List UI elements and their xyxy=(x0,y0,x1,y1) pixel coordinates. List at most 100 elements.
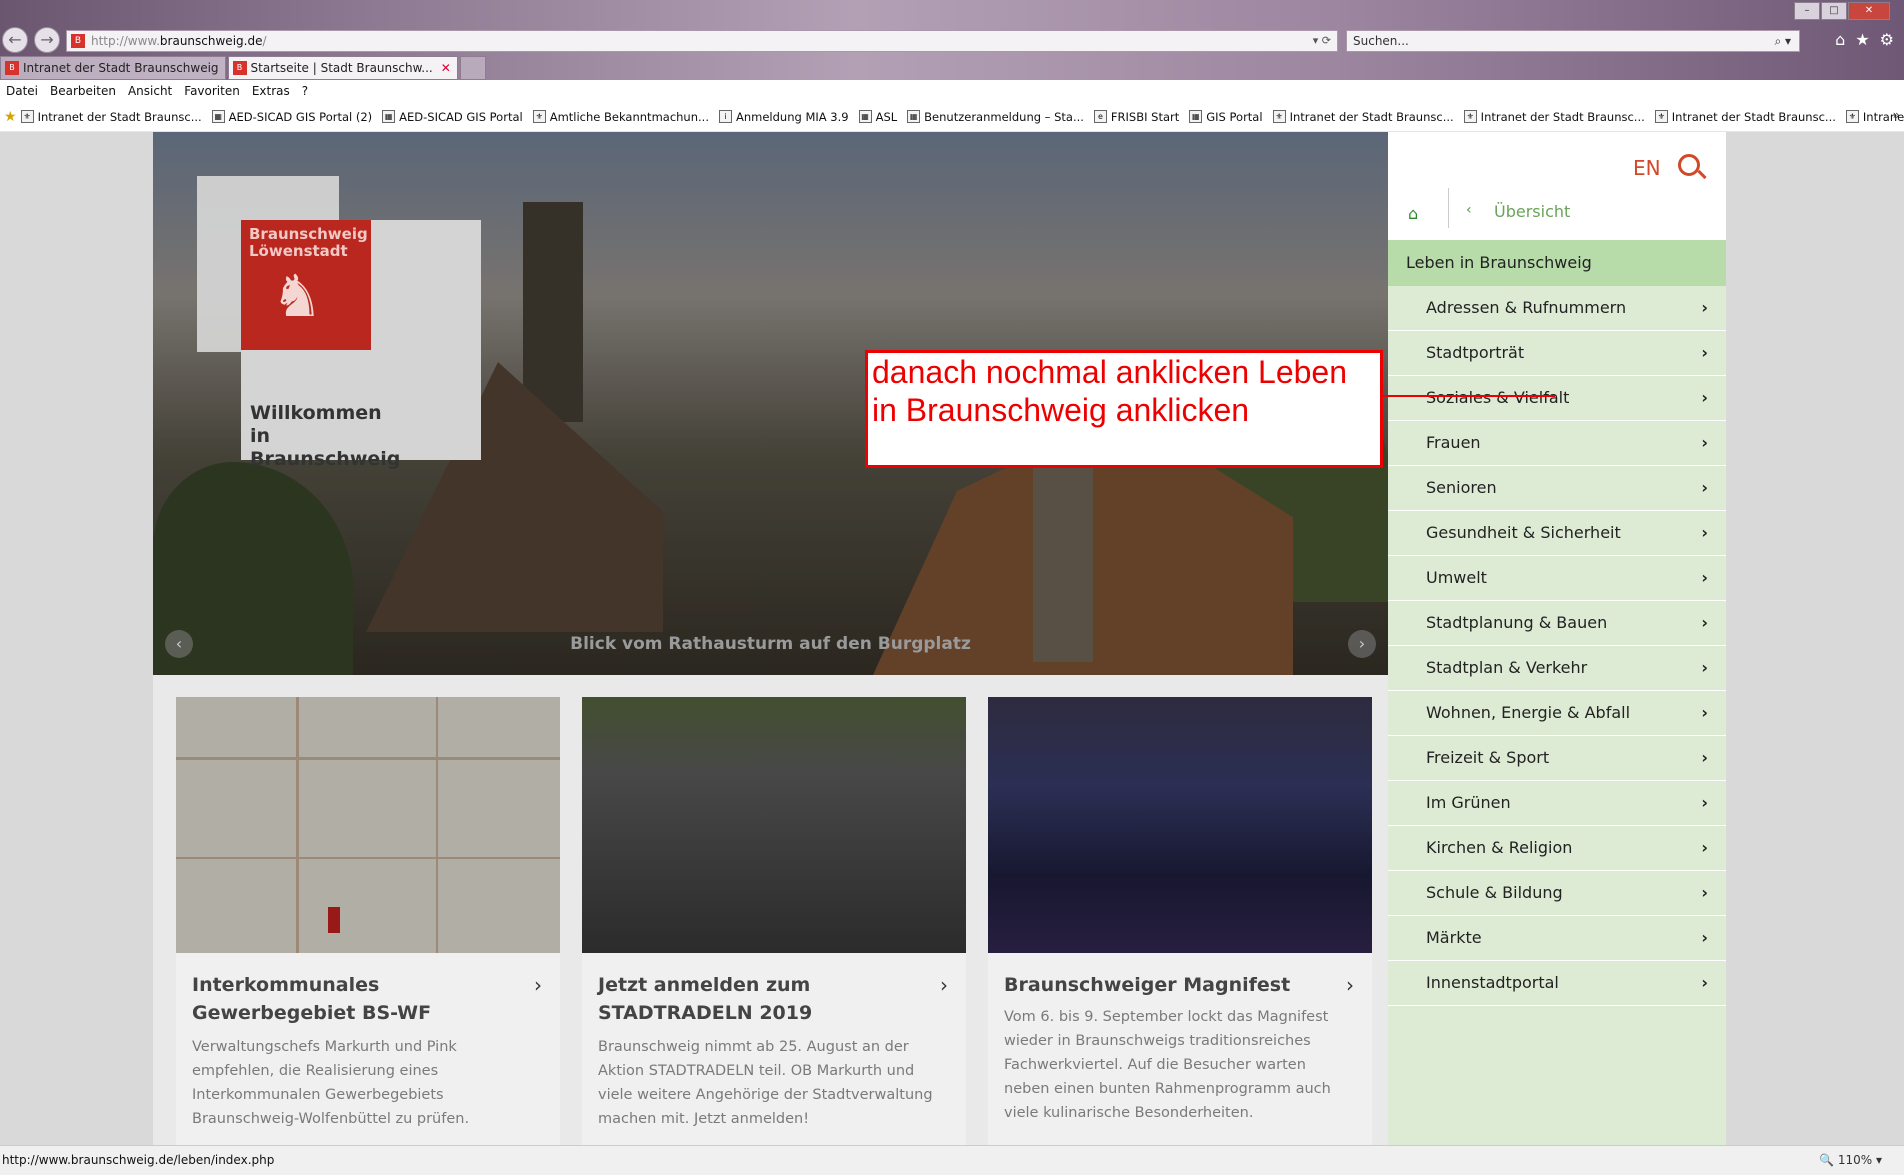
menu-datei[interactable]: Datei xyxy=(2,80,44,102)
favorite-item[interactable]: ▦ Benutzeranmeldung – Sta... xyxy=(907,110,1084,124)
chevron-left-icon[interactable]: ‹ xyxy=(1466,202,1472,218)
nav-item-label: Umwelt xyxy=(1426,568,1487,587)
back-button[interactable]: ← xyxy=(2,27,28,53)
search-icon[interactable]: ⌕ ▾ xyxy=(1774,31,1791,51)
teaser-card[interactable]: Interkommunales Gewerbegebiet BS-WF › Ve… xyxy=(176,697,560,1145)
nav-item[interactable]: Kirchen & Religion › xyxy=(1388,826,1726,871)
favorite-item[interactable]: ▦ AED-SICAD GIS Portal xyxy=(382,110,523,124)
favorite-item[interactable]: ▦ AED-SICAD GIS Portal (2) xyxy=(211,109,373,124)
nav-item[interactable]: Stadtporträt › xyxy=(1388,331,1726,376)
favorite-icon: ▦ xyxy=(1189,110,1203,123)
maximize-button[interactable]: □ xyxy=(1821,2,1847,20)
nav-item[interactable]: Innenstadtportal › xyxy=(1388,961,1726,1006)
settings-gear-icon[interactable]: ⚙ xyxy=(1880,30,1894,49)
favorite-item[interactable]: i Anmeldung MIA 3.9 xyxy=(718,110,849,124)
nav-item-leben-in-braunschweig[interactable]: Leben in Braunschweig xyxy=(1388,240,1726,286)
favorite-item[interactable]: ⚜Intranet der Stadt Braunsc... xyxy=(20,110,202,124)
favorite-item[interactable]: ▦ ASL xyxy=(858,110,897,124)
nav-item[interactable]: Gesundheit & Sicherheit › xyxy=(1388,511,1726,556)
nav-item[interactable]: Senioren › xyxy=(1388,466,1726,511)
favorite-item[interactable]: ⚜Intranet der Stadt Braunsc... xyxy=(1463,110,1645,124)
chevron-right-icon[interactable]: › xyxy=(534,973,542,997)
new-tab-button[interactable] xyxy=(459,56,486,80)
nav-item[interactable]: Im Grünen › xyxy=(1388,781,1726,826)
refresh-icon[interactable]: ▾ ⟳ xyxy=(1313,31,1331,51)
minimize-button[interactable]: – xyxy=(1794,2,1820,20)
city-logo[interactable]: Braunschweig Löwenstadt ♞ xyxy=(241,220,371,350)
chevron-right-icon: › xyxy=(1701,478,1708,497)
chevron-right-icon: › xyxy=(1701,928,1708,947)
chevron-right-icon: › xyxy=(1701,298,1708,317)
nav-item[interactable]: Stadtplan & Verkehr › xyxy=(1388,646,1726,691)
favorite-icon: ⚜ xyxy=(1272,110,1286,123)
tab-startseite[interactable]: B Startseite | Stadt Braunschw... ✕ xyxy=(227,56,458,80)
overview-link[interactable]: Übersicht xyxy=(1494,202,1570,221)
address-bar[interactable]: B http://www.braunschweig.de/ ▾ ⟳ xyxy=(66,30,1338,52)
chevron-right-icon: › xyxy=(1701,343,1708,362)
search-icon[interactable] xyxy=(1678,154,1700,176)
menu-ansicht[interactable]: Ansicht xyxy=(124,80,178,102)
menu-help[interactable]: ? xyxy=(298,80,314,102)
annotation-callout: danach nochmal anklicken Leben in Brauns… xyxy=(865,350,1383,468)
nav-item[interactable]: Adressen & Rufnummern › xyxy=(1388,286,1726,331)
close-tab-icon[interactable]: ✕ xyxy=(441,57,451,79)
nav-header: EN ⌂ ‹ Übersicht xyxy=(1388,132,1726,240)
browser-search-input[interactable]: Suchen... ⌕ ▾ xyxy=(1346,30,1800,52)
nav-item-label: Schule & Bildung xyxy=(1426,883,1563,902)
chevron-right-icon[interactable]: › xyxy=(1346,973,1354,997)
nav-item[interactable]: Schule & Bildung › xyxy=(1388,871,1726,916)
favorite-label: Benutzeranmeldung – Sta... xyxy=(924,109,1084,124)
favorite-label: AED-SICAD GIS Portal (2) xyxy=(228,109,373,124)
favorite-item[interactable]: ⚜Intranet der Stadt Braunsc... xyxy=(1654,110,1836,124)
favorite-item[interactable]: ⚜ Amtliche Bekanntmachun... xyxy=(532,110,709,124)
teaser-text: Braunschweig nimmt ab 25. August an der … xyxy=(598,1039,933,1127)
favorites-more-chevron-icon[interactable]: » xyxy=(1893,108,1900,122)
menu-favoriten[interactable]: Favoriten xyxy=(180,80,246,102)
teaser-title[interactable]: Interkommunales Gewerbegebiet BS-WF xyxy=(192,971,522,1027)
tab-strip: B Intranet der Stadt Braunschweig B Star… xyxy=(0,56,488,80)
teaser-title[interactable]: Jetzt anmelden zum STADTRADELN 2019 xyxy=(598,971,928,1027)
nav-item-label: Gesundheit & Sicherheit xyxy=(1426,523,1621,542)
nav-item[interactable]: Wohnen, Energie & Abfall › xyxy=(1388,691,1726,736)
teaser-card[interactable]: Jetzt anmelden zum STADTRADELN 2019 › Br… xyxy=(582,697,966,1145)
close-window-button[interactable]: ✕ xyxy=(1848,2,1890,20)
teaser-title[interactable]: Braunschweiger Magnifest xyxy=(1004,971,1334,999)
page-viewport: Braunschweig Löwenstadt ♞ Willkommen in … xyxy=(0,132,1904,1145)
favorite-icon: ⚜ xyxy=(1463,110,1477,123)
nav-item-label: Innenstadtportal xyxy=(1426,973,1559,992)
teaser-overlay xyxy=(988,697,1372,953)
nav-item[interactable]: Umwelt › xyxy=(1388,556,1726,601)
tab-intranet[interactable]: B Intranet der Stadt Braunschweig xyxy=(0,56,226,80)
nav-item[interactable]: Frauen › xyxy=(1388,421,1726,466)
home-icon[interactable]: ⌂ xyxy=(1835,30,1845,49)
nav-item[interactable]: Soziales & Vielfalt › xyxy=(1388,376,1726,421)
nav-item[interactable]: Freizeit & Sport › xyxy=(1388,736,1726,781)
chevron-right-icon: › xyxy=(1701,793,1708,812)
nav-item[interactable]: Stadtplanung & Bauen › xyxy=(1388,601,1726,646)
menu-extras[interactable]: Extras xyxy=(248,80,296,102)
nav-item-label: Kirchen & Religion xyxy=(1426,838,1573,857)
menu-bearbeiten[interactable]: Bearbeiten xyxy=(46,80,122,102)
favorite-item[interactable]: ⚜Intranet der Stadt Braunsc... xyxy=(1272,110,1454,124)
home-icon[interactable]: ⌂ xyxy=(1408,204,1418,223)
chevron-right-icon[interactable]: › xyxy=(940,973,948,997)
zoom-level[interactable]: 🔍 110% ▾ xyxy=(1819,1146,1882,1174)
favorite-icon: ▦ xyxy=(382,110,396,123)
nav-item[interactable]: Märkte › xyxy=(1388,916,1726,961)
add-favorite-star-icon[interactable]: ★ xyxy=(4,109,17,125)
forward-button[interactable]: → xyxy=(34,27,60,53)
address-prefix: http://www. xyxy=(91,34,160,48)
chevron-right-icon: › xyxy=(1701,388,1708,407)
language-switch[interactable]: EN xyxy=(1633,156,1661,180)
status-bar: http://www.braunschweig.de/leben/index.p… xyxy=(0,1145,1904,1175)
favorite-icon: ⚜ xyxy=(532,110,546,123)
favorite-item[interactable]: ▦ GIS Portal xyxy=(1189,110,1263,124)
favorite-item[interactable]: e FRISBI Start xyxy=(1093,110,1179,124)
annotation-pointer-line xyxy=(1383,395,1555,397)
favorites-star-icon[interactable]: ★ xyxy=(1855,30,1869,49)
chevron-right-icon: › xyxy=(1701,613,1708,632)
slider-prev-icon[interactable]: ‹ xyxy=(165,630,193,658)
slider-next-icon[interactable]: › xyxy=(1348,630,1376,658)
divider xyxy=(1448,188,1449,228)
teaser-card[interactable]: Braunschweiger Magnifest › Vom 6. bis 9.… xyxy=(988,697,1372,1145)
